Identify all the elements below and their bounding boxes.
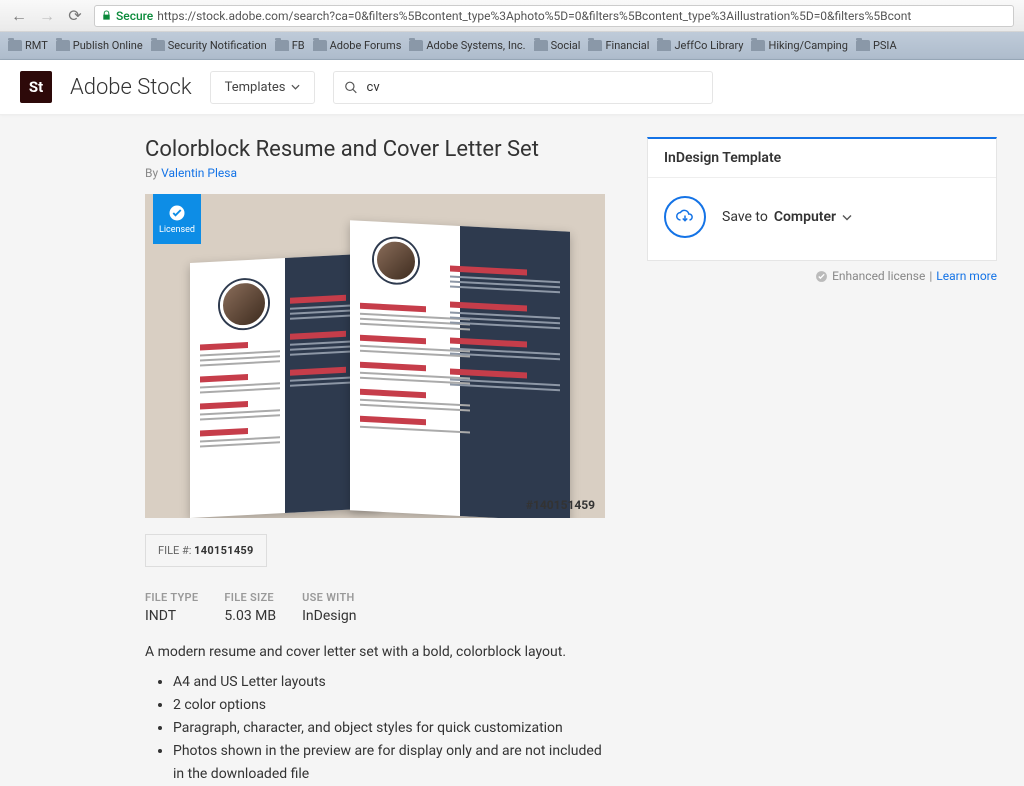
- bookmark-label: Adobe Forums: [330, 39, 402, 52]
- save-target: Computer: [774, 209, 836, 225]
- reload-button[interactable]: ⟳: [66, 6, 84, 25]
- bookmark-label: FB: [292, 39, 305, 52]
- cloud-download-icon: [676, 208, 694, 226]
- asset-id-overlay: #140151459: [526, 498, 595, 512]
- back-button[interactable]: ←: [10, 6, 28, 26]
- folder-icon: [313, 40, 327, 51]
- search-box[interactable]: [333, 71, 713, 104]
- bookmark-item[interactable]: FB: [275, 39, 305, 52]
- file-number: 140151459: [194, 544, 254, 557]
- bookmark-label: Hiking/Camping: [768, 39, 847, 52]
- feature-item: A4 and US Letter layouts: [173, 671, 605, 694]
- meta-row: FILE TYPE INDT FILE SIZE 5.03 MB USE WIT…: [145, 591, 605, 624]
- meta-value: 5.03 MB: [224, 608, 276, 624]
- byline: By Valentin Plesa: [145, 166, 605, 180]
- check-circle-icon: [168, 204, 186, 222]
- bookmark-label: RMT: [25, 39, 48, 52]
- bookmark-item[interactable]: RMT: [8, 39, 48, 52]
- feature-item: Paragraph, character, and object styles …: [173, 717, 605, 740]
- bookmark-item[interactable]: Adobe Systems, Inc.: [409, 39, 525, 52]
- lock-icon: [101, 10, 112, 21]
- feature-item: Photos shown in the preview are for disp…: [173, 740, 605, 786]
- category-label: Templates: [225, 80, 286, 95]
- chevron-down-icon: [291, 84, 300, 90]
- folder-icon: [409, 40, 423, 51]
- bookmark-label: Security Notification: [168, 39, 267, 52]
- by-label: By: [145, 166, 161, 180]
- site-header: St Adobe Stock Templates: [0, 60, 1024, 115]
- chevron-down-icon: [842, 214, 852, 221]
- product-title: Colorblock Resume and Cover Letter Set: [145, 137, 605, 162]
- browser-toolbar: ← → ⟳ Secure https://stock.adobe.com/sea…: [0, 0, 1024, 32]
- mock-doc-front: [350, 220, 570, 518]
- meta-heading: USE WITH: [302, 591, 356, 604]
- meta-heading: FILE TYPE: [145, 591, 198, 604]
- bookmark-item[interactable]: Social: [534, 39, 581, 52]
- url-text: https://stock.adobe.com/search?ca=0&filt…: [157, 9, 911, 23]
- author-link[interactable]: Valentin Plesa: [161, 166, 237, 180]
- meta-value: INDT: [145, 608, 198, 624]
- meta-heading: FILE SIZE: [224, 591, 276, 604]
- secure-indicator: Secure: [101, 9, 153, 23]
- bookmark-label: Adobe Systems, Inc.: [426, 39, 525, 52]
- logo-icon[interactable]: St: [20, 71, 52, 103]
- category-dropdown[interactable]: Templates: [210, 71, 316, 104]
- logo-text[interactable]: Adobe Stock: [70, 75, 192, 100]
- bookmark-label: Publish Online: [73, 39, 143, 52]
- bookmark-item[interactable]: Adobe Forums: [313, 39, 402, 52]
- meta-file-type: FILE TYPE INDT: [145, 591, 198, 624]
- save-destination[interactable]: Save to Computer: [722, 209, 852, 225]
- file-label: FILE #:: [158, 544, 191, 557]
- folder-icon: [657, 40, 671, 51]
- folder-icon: [56, 40, 70, 51]
- feature-list: A4 and US Letter layouts2 color optionsP…: [145, 671, 605, 786]
- meta-value: InDesign: [302, 608, 356, 624]
- bookmark-label: Financial: [605, 39, 649, 52]
- folder-icon: [534, 40, 548, 51]
- page-content: Colorblock Resume and Cover Letter Set B…: [0, 115, 1024, 786]
- licensed-badge: Licensed: [153, 194, 201, 244]
- search-input[interactable]: [367, 80, 703, 95]
- bookmark-item[interactable]: PSIA: [856, 39, 897, 52]
- license-note: Enhanced license | Learn more: [647, 269, 997, 283]
- learn-more-link[interactable]: Learn more: [936, 269, 997, 283]
- panel-heading: InDesign Template: [648, 139, 996, 178]
- folder-icon: [856, 40, 870, 51]
- address-bar[interactable]: Secure https://stock.adobe.com/search?ca…: [94, 5, 1014, 27]
- product-detail: Colorblock Resume and Cover Letter Set B…: [145, 137, 605, 786]
- save-prefix: Save to: [722, 209, 768, 225]
- side-panel: InDesign Template Save to Computer Enhan…: [647, 137, 997, 786]
- folder-icon: [275, 40, 289, 51]
- bookmark-label: PSIA: [873, 39, 897, 52]
- folder-icon: [751, 40, 765, 51]
- folder-icon: [588, 40, 602, 51]
- meta-file-size: FILE SIZE 5.03 MB: [224, 591, 276, 624]
- download-button[interactable]: [664, 196, 706, 238]
- bookmark-item[interactable]: Publish Online: [56, 39, 143, 52]
- file-id-box: FILE #: 140151459: [145, 534, 267, 567]
- bookmark-item[interactable]: Security Notification: [151, 39, 267, 52]
- bookmark-label: Social: [551, 39, 581, 52]
- folder-icon: [8, 40, 22, 51]
- folder-icon: [151, 40, 165, 51]
- bookmarks-bar: RMT Publish Online Security Notification FB…: [0, 32, 1024, 60]
- check-circle-icon: [815, 270, 828, 283]
- bookmark-label: JeffCo Library: [674, 39, 743, 52]
- meta-use-with: USE WITH InDesign: [302, 591, 356, 624]
- bookmark-item[interactable]: Hiking/Camping: [751, 39, 847, 52]
- license-text: Enhanced license: [832, 269, 925, 283]
- forward-button[interactable]: →: [38, 6, 56, 26]
- bookmark-item[interactable]: JeffCo Library: [657, 39, 743, 52]
- preview-image[interactable]: Licensed #140151459: [145, 194, 605, 518]
- panel-body: Save to Computer: [648, 178, 996, 260]
- secure-label: Secure: [116, 9, 153, 23]
- licensed-label: Licensed: [159, 225, 195, 235]
- bookmark-item[interactable]: Financial: [588, 39, 649, 52]
- product-description: A modern resume and cover letter set wit…: [145, 642, 605, 663]
- license-sep: |: [929, 269, 932, 283]
- feature-item: 2 color options: [173, 694, 605, 717]
- search-icon: [344, 80, 358, 95]
- download-panel: InDesign Template Save to Computer: [647, 137, 997, 261]
